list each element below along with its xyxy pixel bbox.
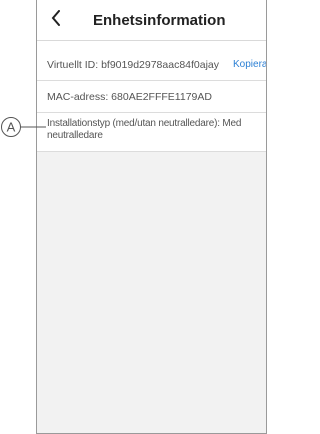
back-button[interactable] <box>47 6 65 30</box>
virtual-id-row: Virtuellt ID: bf9019d2978aac84f0ajay Kop… <box>37 41 266 81</box>
installation-type-label: Installationstyp (med/utan neutralledare… <box>47 118 242 141</box>
installation-type-row: Installationstyp (med/utan neutralledare… <box>37 113 266 152</box>
virtual-id-label: Virtuellt ID: bf9019d2978aac84f0ajay <box>47 59 220 71</box>
mac-address-label: MAC-adress: 680AE2FFFE1179AD <box>47 91 212 103</box>
top-bar: Enhetsinformation <box>37 0 266 41</box>
device-info-screen: Enhetsinformation Virtuellt ID: bf9019d2… <box>36 0 267 434</box>
mac-address-row: MAC-adress: 680AE2FFFE1179AD <box>37 81 266 113</box>
callout-a: A <box>1 117 46 137</box>
page-title: Enhetsinformation <box>93 12 226 29</box>
callout-letter: A <box>7 120 16 135</box>
chevron-left-icon <box>51 10 60 26</box>
copy-button[interactable]: Kopiera <box>233 59 266 70</box>
